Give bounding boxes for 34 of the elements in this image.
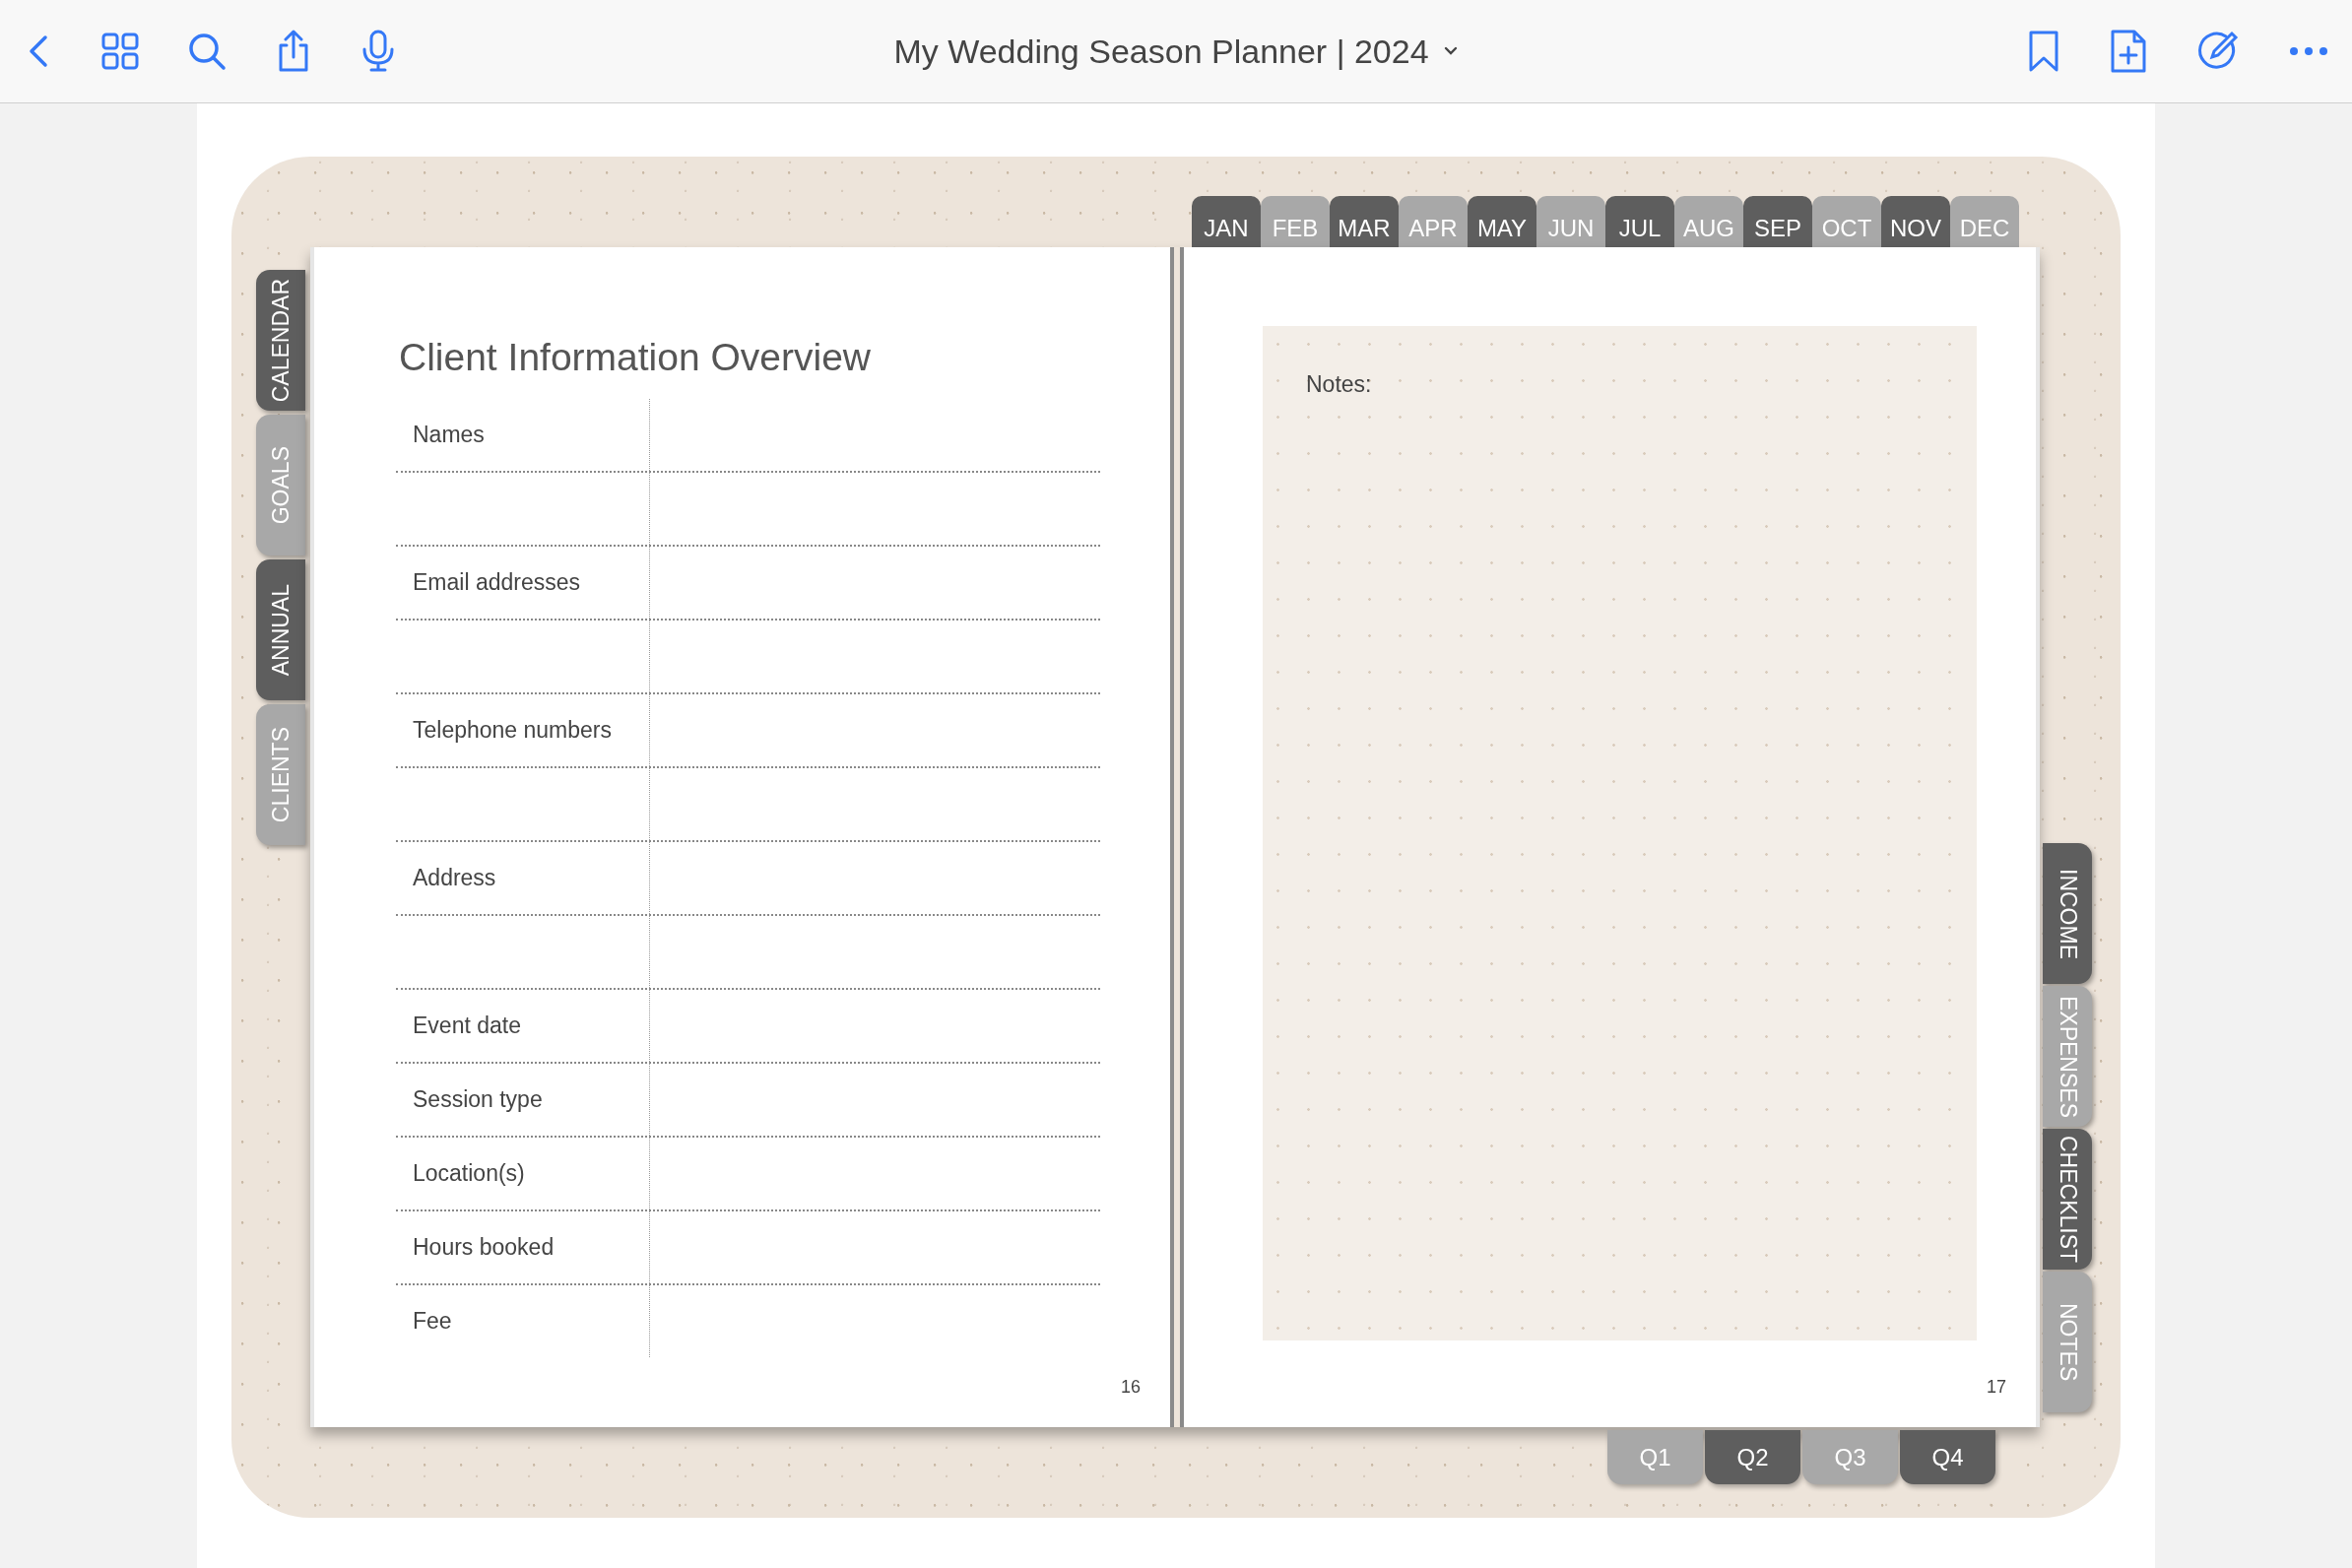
- section-tab[interactable]: ANNUAL: [256, 559, 305, 700]
- chevron-down-icon[interactable]: [1442, 46, 1459, 56]
- quarter-tab[interactable]: Q2: [1705, 1430, 1800, 1484]
- field-label: Session type: [413, 1086, 543, 1113]
- month-tab[interactable]: JAN: [1192, 196, 1261, 247]
- notes-label: Notes:: [1306, 371, 1372, 397]
- grid-icon[interactable]: [100, 32, 140, 71]
- month-tab[interactable]: MAY: [1468, 196, 1536, 247]
- document-title[interactable]: My Wedding Season Planner | 2024: [893, 32, 1429, 71]
- section-tab[interactable]: INCOME: [2043, 843, 2092, 984]
- section-tab[interactable]: CHECKLIST: [2043, 1129, 2092, 1270]
- page-number: 16: [1120, 1377, 1141, 1398]
- field-label: Names: [413, 422, 485, 448]
- search-icon[interactable]: [187, 32, 227, 71]
- field-label: Location(s): [413, 1160, 525, 1187]
- more-icon[interactable]: [2289, 45, 2328, 57]
- page-title: Client Information Overview: [399, 336, 872, 379]
- page-number: 17: [1986, 1377, 2006, 1398]
- field-label: Address: [413, 865, 496, 891]
- microphone-icon[interactable]: [360, 30, 396, 73]
- section-tab[interactable]: CALENDAR: [256, 270, 305, 411]
- field-label: Hours booked: [413, 1234, 555, 1261]
- quarter-tab[interactable]: Q4: [1900, 1430, 1995, 1484]
- field-label: Fee: [413, 1308, 452, 1335]
- month-tab[interactable]: JUL: [1605, 196, 1674, 247]
- add-page-icon[interactable]: [2110, 29, 2147, 74]
- notes-area[interactable]: Notes:: [1263, 326, 1977, 1340]
- field-label: Event date: [413, 1013, 521, 1039]
- month-tab[interactable]: NOV: [1881, 196, 1950, 247]
- month-tab[interactable]: SEP: [1743, 196, 1812, 247]
- bookmark-icon[interactable]: [2027, 30, 2060, 73]
- field-label: Email addresses: [413, 569, 581, 596]
- month-tab[interactable]: MAR: [1330, 196, 1399, 247]
- field-label: Telephone numbers: [413, 717, 613, 744]
